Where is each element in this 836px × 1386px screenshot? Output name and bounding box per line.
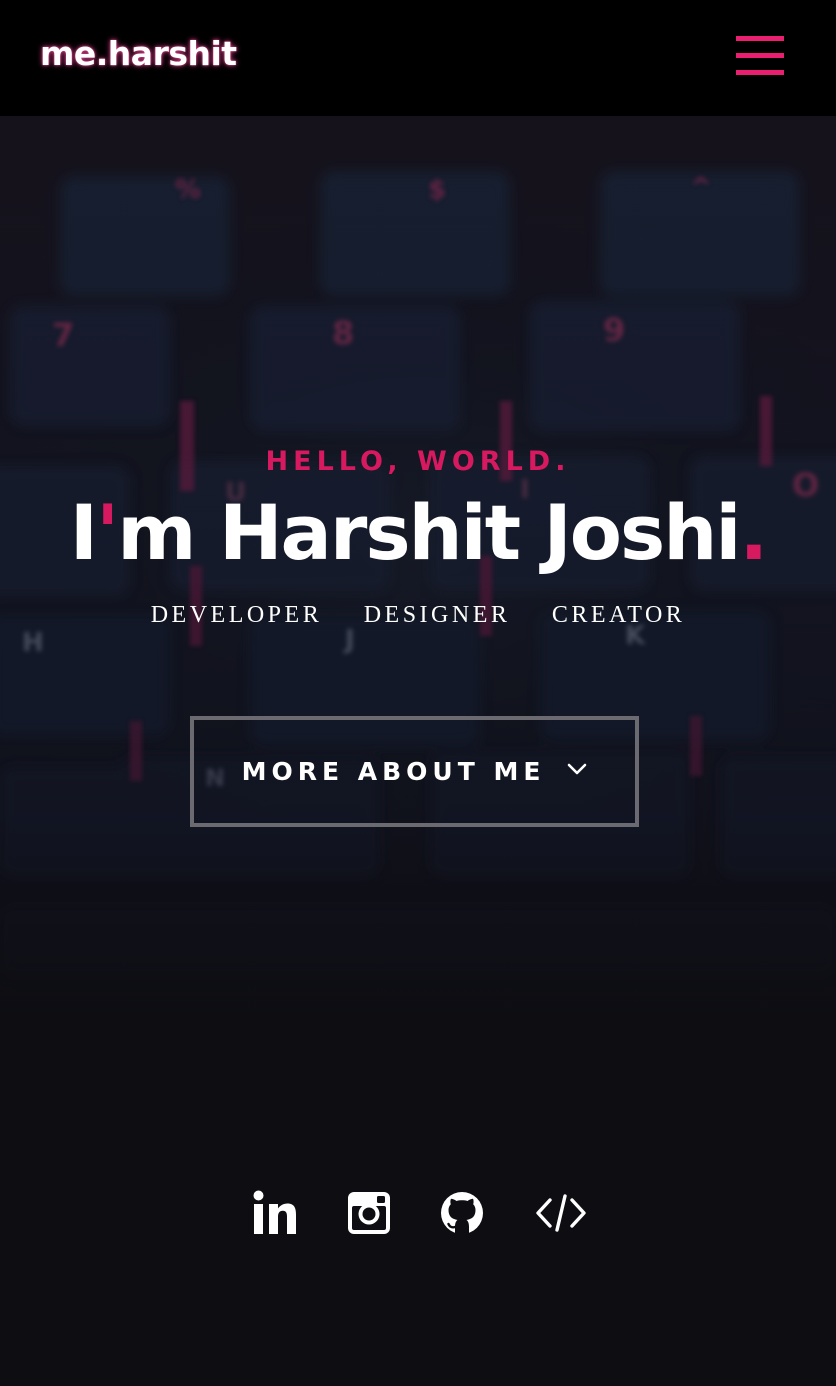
github-icon[interactable] (440, 1190, 490, 1236)
hero-section: HELLO, WORLD. I'm Harshit Joshi. DEVELOP… (0, 116, 836, 1386)
hamburger-menu-icon[interactable] (736, 36, 784, 76)
hero-roles: DEVELOPER DESIGNER CREATOR (0, 602, 836, 629)
hero-greeting: HELLO, WORLD. (265, 446, 571, 477)
hero-name: I'm Harshit Joshi. (0, 488, 836, 577)
chevron-down-icon (568, 763, 587, 774)
linkedin-icon[interactable] (252, 1190, 302, 1236)
menu-bar (736, 36, 784, 41)
role-creator: CREATOR (551, 602, 686, 628)
page: me.harshit HELLO, WORLD. I'm Harshit Jos… (0, 0, 836, 1386)
site-logo[interactable]: me.harshit (40, 34, 237, 73)
menu-bar (736, 70, 784, 75)
instagram-icon[interactable] (346, 1190, 396, 1236)
role-designer: DESIGNER (363, 602, 511, 628)
social-links (0, 1190, 836, 1240)
more-about-me-label: MORE ABOUT ME (241, 757, 546, 786)
header: me.harshit (0, 0, 836, 116)
more-about-me-button[interactable]: MORE ABOUT ME (190, 716, 639, 827)
menu-bar (736, 53, 784, 58)
name-accent-dot: . (739, 488, 768, 577)
name-prefix: I (69, 488, 98, 577)
name-rest: m Harshit Joshi (117, 488, 741, 577)
code-icon[interactable] (536, 1190, 586, 1236)
name-apostrophe: ' (96, 488, 119, 577)
role-developer: DEVELOPER (150, 602, 323, 628)
